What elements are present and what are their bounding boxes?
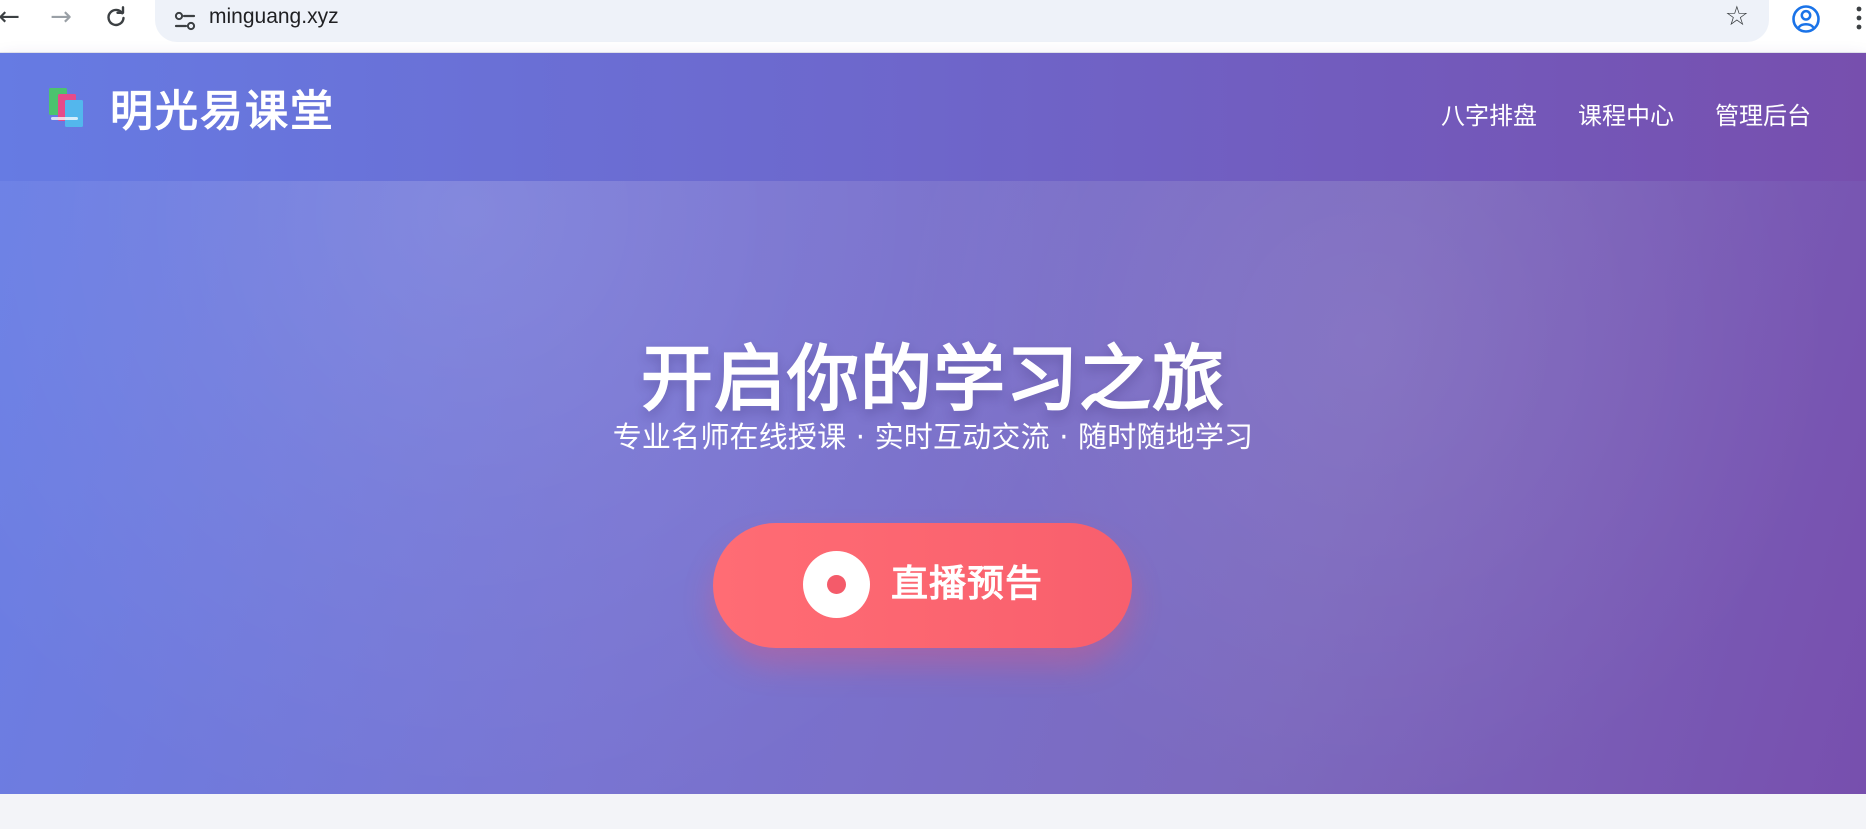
live-record-icon [803,551,870,618]
site-navigation: 八字排盘 课程中心 管理后台 [1441,104,1811,128]
browser-toolbar: ← → minguang.xyz ☆ [0,0,1866,53]
nav-link-courses[interactable]: 课程中心 [1578,104,1674,128]
address-bar[interactable]: minguang.xyz ☆ [155,0,1769,42]
books-icon [42,85,86,129]
site-settings-icon[interactable] [171,8,199,34]
nav-link-bazi[interactable]: 八字排盘 [1441,104,1537,128]
nav-link-admin[interactable]: 管理后台 [1715,104,1811,128]
live-preview-label: 直播预告 [891,562,1043,605]
hero-section: 开启你的学习之旅 专业名师在线授课 · 实时互动交流 · 随时随地学习 直播预告 [0,181,1866,794]
more-vertical-icon[interactable] [1854,3,1864,33]
url-text[interactable]: minguang.xyz [209,5,339,29]
profile-icon[interactable] [1791,4,1821,34]
hero-title: 开启你的学习之旅 [640,337,1225,422]
site-brand[interactable]: 明光易课堂 [110,91,335,134]
site-header: 明光易课堂 八字排盘 课程中心 管理后台 [0,53,1866,181]
content-area-edge [0,794,1866,829]
live-preview-button[interactable]: 直播预告 [713,523,1132,648]
forward-icon[interactable]: → [44,0,78,34]
hero-subtitle: 专业名师在线授课 · 实时互动交流 · 随时随地学习 [612,420,1254,454]
bookmark-star-icon[interactable]: ☆ [1725,3,1749,30]
reload-icon[interactable] [99,0,133,34]
back-icon[interactable]: ← [0,0,26,34]
